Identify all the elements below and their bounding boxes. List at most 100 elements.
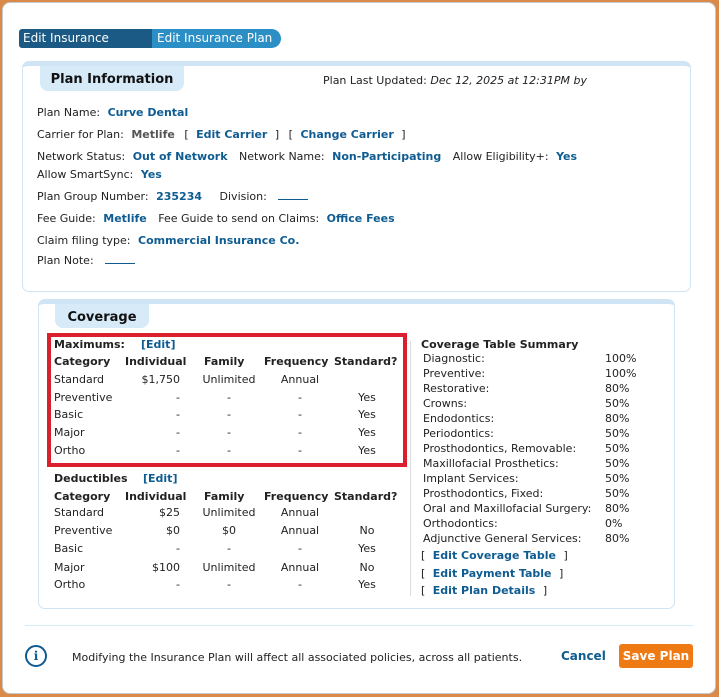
summary-label-3: Crowns: bbox=[423, 397, 468, 410]
summary-label-12: Adjunctive General Services: bbox=[423, 532, 582, 545]
maximums-row-1-col-2: - bbox=[227, 391, 231, 404]
edit-coverage-table-link[interactable]: Edit Coverage Table bbox=[433, 549, 556, 562]
tab-edit-insurance-plan[interactable]: Edit Insurance Plan bbox=[152, 29, 281, 48]
deductibles-row-2-col-4: Yes bbox=[358, 542, 376, 555]
maximums-row-1-col-0: Preventive bbox=[54, 391, 113, 404]
coverage-title: Coverage bbox=[55, 304, 149, 328]
maximums-row-3-col-1: - bbox=[176, 426, 180, 439]
deductibles-row-4-col-2: - bbox=[227, 578, 231, 591]
deductibles-row-0-col-2: Unlimited bbox=[202, 506, 256, 519]
deductibles-row-3-col-1: $100 bbox=[152, 561, 180, 574]
fee-guide-value: Metlife bbox=[103, 212, 147, 225]
maximums-row-3-col-2: - bbox=[227, 426, 231, 439]
deductibles-row-1-col-4: No bbox=[359, 524, 375, 537]
summary-value-9: 50% bbox=[605, 487, 630, 500]
maximums-row-4-col-4: Yes bbox=[358, 444, 376, 457]
coverage-divider bbox=[410, 341, 411, 596]
plan-group-value: 235234 bbox=[156, 190, 203, 203]
maximums-row-2-col-2: - bbox=[227, 408, 231, 421]
tab-edit-insurance-policy[interactable]: Edit Insurance Policy bbox=[19, 29, 152, 64]
summary-label-9: Prosthodontics, Fixed: bbox=[423, 487, 544, 500]
summary-label-2: Restorative: bbox=[423, 382, 490, 395]
claim-filing-value: Commercial Insurance Co. bbox=[138, 234, 300, 247]
claim-filing-label: Claim filing type: bbox=[37, 234, 131, 247]
edit-plan-details-link[interactable]: Edit Plan Details bbox=[433, 584, 536, 597]
summary-value-12: 80% bbox=[605, 532, 630, 545]
summary-value-5: 50% bbox=[605, 427, 630, 440]
deductibles-row-4-col-3: - bbox=[298, 578, 302, 591]
maximums-row-3-col-0: Major bbox=[54, 426, 85, 439]
deductibles-row-0-col-3: Annual bbox=[280, 506, 320, 519]
summary-label-11: Orthodontics: bbox=[423, 517, 498, 530]
summary-value-2: 80% bbox=[605, 382, 630, 395]
plan-name-label: Plan Name: bbox=[37, 106, 101, 119]
carrier-value: Metlife bbox=[131, 128, 175, 141]
footer-message: Modifying the Insurance Plan will affect… bbox=[72, 651, 523, 664]
claim-filing-row: Claim filing type: Commercial Insurance … bbox=[37, 234, 299, 247]
edit-payment-table-row: [ Edit Payment Table ] bbox=[421, 567, 564, 580]
summary-value-0: 100% bbox=[605, 352, 637, 365]
deductibles-header-individual: Individual bbox=[125, 490, 187, 503]
smartsync-row: Allow SmartSync: Yes bbox=[37, 168, 162, 181]
summary-value-3: 50% bbox=[605, 397, 630, 410]
summary-value-10: 80% bbox=[605, 502, 630, 515]
deductibles-header-standard: Standard? bbox=[334, 490, 398, 503]
maximums-header-category: Category bbox=[54, 355, 111, 368]
summary-label-4: Endodontics: bbox=[423, 412, 495, 425]
tab-bar: Edit Insurance Policy Edit Insurance Pla… bbox=[19, 29, 281, 64]
plan-last-updated: Plan Last Updated: Dec 12, 2025 at 12:31… bbox=[323, 74, 587, 87]
maximums-header-individual: Individual bbox=[125, 355, 187, 368]
change-carrier-link[interactable]: Change Carrier bbox=[300, 128, 393, 141]
maximums-row-0-col-2: Unlimited bbox=[202, 373, 256, 386]
carrier-row: Carrier for Plan: Metlife [ Edit Carrier… bbox=[37, 128, 406, 141]
maximums-row-2-col-3: - bbox=[298, 408, 302, 421]
allow-eligibility-value: Yes bbox=[556, 150, 578, 163]
info-icon: i bbox=[25, 645, 47, 667]
deductibles-row-4-col-4: Yes bbox=[358, 578, 376, 591]
maximums-row-1-col-1: - bbox=[176, 391, 180, 404]
plan-information-title: Plan Information bbox=[40, 66, 184, 91]
plan-note-label: Plan Note: bbox=[37, 254, 94, 267]
network-status-label: Network Status: bbox=[37, 150, 126, 163]
maximums-header-frequency: Frequency bbox=[264, 355, 329, 368]
fee-guide-claims-value: Office Fees bbox=[326, 212, 395, 225]
plan-name-value: Curve Dental bbox=[107, 106, 189, 119]
deductibles-row-0-col-1: $25 bbox=[159, 506, 180, 519]
maximums-row-0-col-1: $1,750 bbox=[141, 373, 181, 386]
edit-coverage-table-row: [ Edit Coverage Table ] bbox=[421, 549, 568, 562]
summary-label-0: Diagnostic: bbox=[423, 352, 485, 365]
summary-value-7: 50% bbox=[605, 457, 630, 470]
maximums-label: Maximums: bbox=[54, 338, 125, 351]
plan-group-label: Plan Group Number: bbox=[37, 190, 149, 203]
coverage-summary-title: Coverage Table Summary bbox=[421, 338, 579, 351]
plan-last-updated-label: Plan Last Updated: bbox=[323, 74, 427, 87]
carrier-label: Carrier for Plan: bbox=[37, 128, 124, 141]
deductibles-row-2-col-3: - bbox=[298, 542, 302, 555]
summary-value-6: 50% bbox=[605, 442, 630, 455]
edit-payment-table-link[interactable]: Edit Payment Table bbox=[433, 567, 552, 580]
edit-deductibles-link[interactable]: [Edit] bbox=[143, 472, 177, 485]
plan-group-row: Plan Group Number: 235234 Division: bbox=[37, 190, 309, 203]
edit-maximums-link[interactable]: [Edit] bbox=[141, 338, 175, 351]
deductibles-row-1-col-2: $0 bbox=[222, 524, 236, 537]
division-value-empty bbox=[278, 192, 309, 200]
cancel-button[interactable]: Cancel bbox=[561, 649, 606, 663]
maximums-row-2-col-0: Basic bbox=[54, 408, 84, 421]
fee-guide-claims-label: Fee Guide to send on Claims: bbox=[158, 212, 320, 225]
maximums-row-1-col-4: Yes bbox=[358, 391, 376, 404]
deductibles-row-1-col-1: $0 bbox=[166, 524, 180, 537]
summary-label-10: Oral and Maxillofacial Surgery: bbox=[423, 502, 592, 515]
maximums-row-4-col-1: - bbox=[176, 444, 180, 457]
deductibles-row-0-col-0: Standard bbox=[54, 506, 105, 519]
save-plan-button[interactable]: Save Plan bbox=[619, 644, 693, 668]
network-status-value: Out of Network bbox=[132, 150, 228, 163]
edit-carrier-link[interactable]: Edit Carrier bbox=[196, 128, 267, 141]
maximums-row-2-col-1: - bbox=[176, 408, 180, 421]
plan-last-updated-value: Dec 12, 2025 at 12:31PM by bbox=[430, 74, 587, 87]
summary-value-8: 50% bbox=[605, 472, 630, 485]
deductibles-label: Deductibles bbox=[54, 472, 128, 485]
network-name-value: Non-Participating bbox=[332, 150, 442, 163]
deductibles-row-1-col-3: Annual bbox=[280, 524, 320, 537]
allow-eligibility-label: Allow Eligibility+: bbox=[452, 150, 549, 163]
edit-plan-details-row: [ Edit Plan Details ] bbox=[421, 584, 548, 597]
